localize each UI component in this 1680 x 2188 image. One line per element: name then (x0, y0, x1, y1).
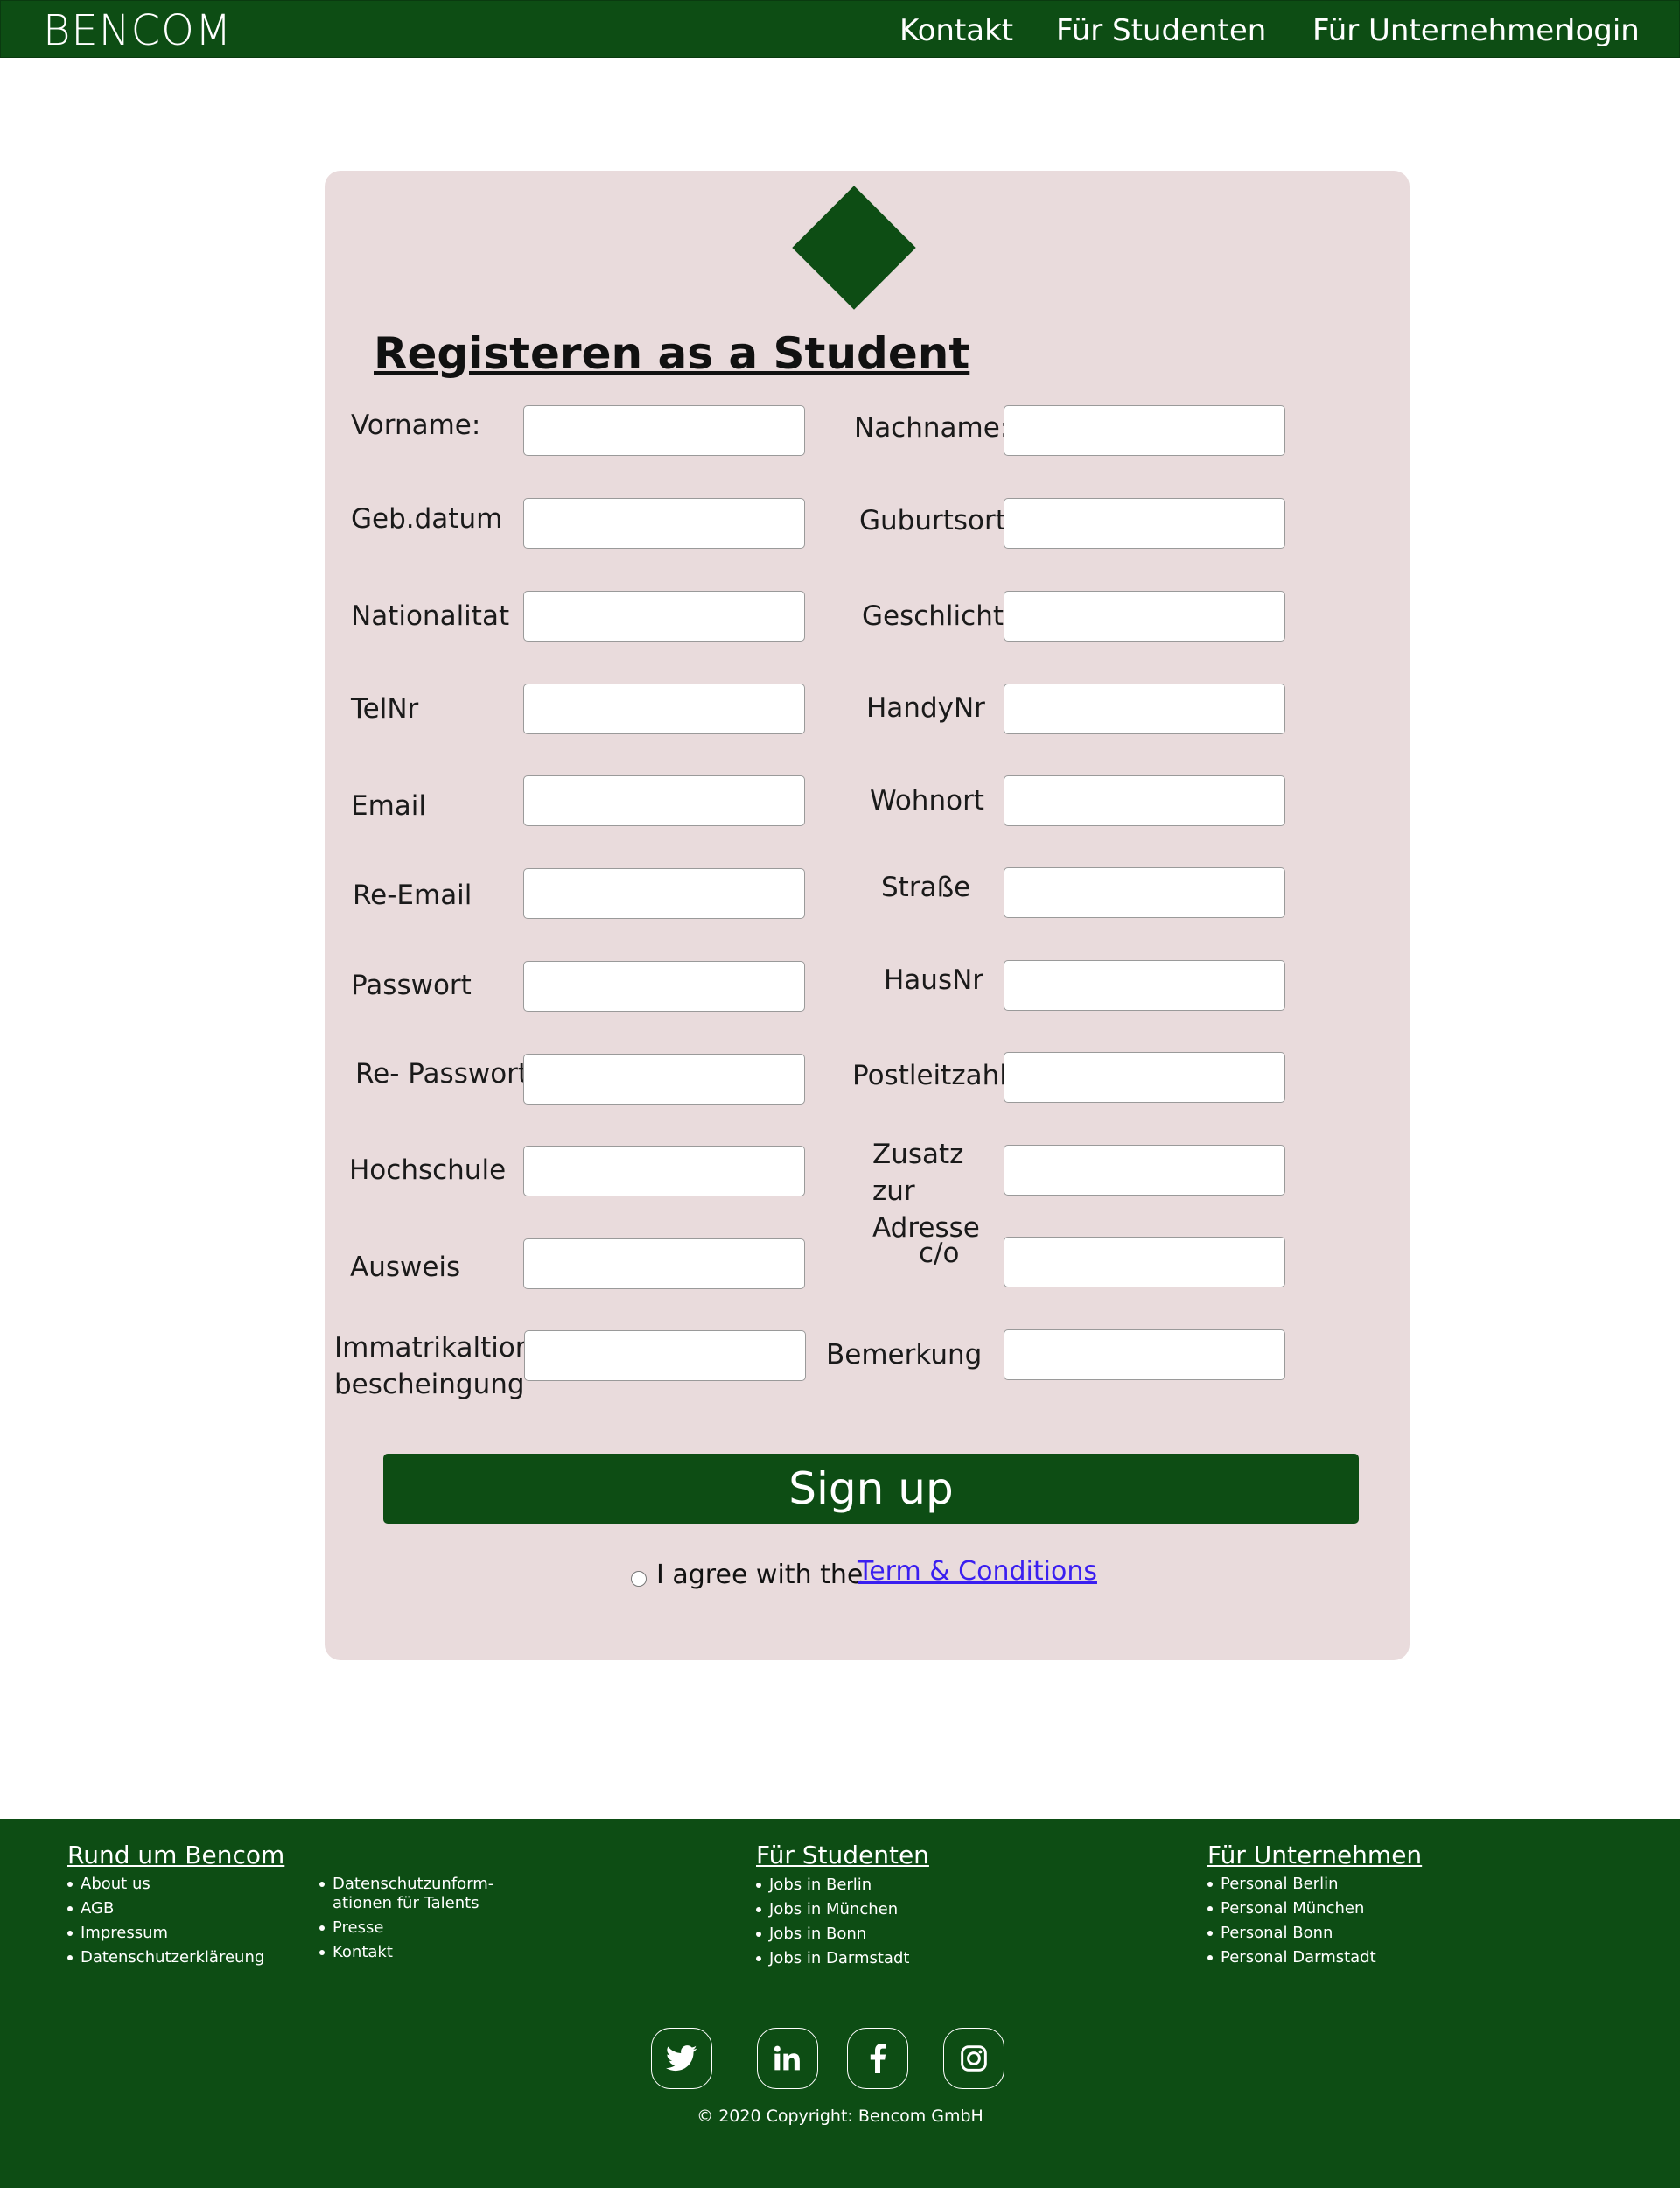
label-re-email: Re-Email (353, 880, 472, 911)
footer-link-about-us[interactable]: About us (67, 1875, 295, 1894)
c-o-input[interactable] (1004, 1237, 1285, 1287)
label-c-o: c/o (919, 1238, 960, 1269)
footer-list-rund-um-bencom-a: About us AGB Impressum Datenschutzerklär… (67, 1875, 295, 1973)
brand-logo[interactable]: BENCOM (43, 6, 232, 55)
label-geb-datum: Geb.datum (351, 503, 503, 535)
re-passwort-input[interactable] (523, 1054, 805, 1105)
footer-link-jobs-berlin[interactable]: Jobs in Berlin (756, 1876, 984, 1895)
twitter-icon (666, 2045, 697, 2072)
footer-link-jobs-darmstadt[interactable]: Jobs in Darmstadt (756, 1949, 984, 1968)
label-email: Email (351, 790, 427, 822)
agree-radio[interactable] (631, 1571, 647, 1587)
label-hochschule: Hochschule (349, 1154, 507, 1186)
guburtsort-input[interactable] (1004, 498, 1285, 549)
sign-up-button[interactable]: Sign up (383, 1454, 1359, 1524)
footer-list-rund-um-bencom-b: Datenschutzunform-ationen für Talents Pr… (319, 1875, 494, 1967)
label-postleitzahl: Postleitzahl (852, 1060, 1007, 1091)
telnr-input[interactable] (523, 684, 805, 734)
footer-link-impressum[interactable]: Impressum (67, 1924, 295, 1943)
label-zusatz-zur-adresse: Zusatz zur Adresse (872, 1139, 980, 1244)
footer-list-fuer-unternehmen: Personal Berlin Personal München Persona… (1208, 1875, 1470, 1973)
footer-link-personal-darmstadt[interactable]: Personal Darmstadt (1208, 1948, 1470, 1967)
footer-link-agb[interactable]: AGB (67, 1899, 295, 1918)
nav-kontakt[interactable]: Kontakt (900, 11, 1013, 50)
footer-heading-fuer-unternehmen[interactable]: Für Unternehmen (1208, 1840, 1422, 1871)
footer-link-jobs-muenchen[interactable]: Jobs in München (756, 1900, 984, 1919)
label-wohnort: Wohnort (870, 785, 984, 817)
vorname-input[interactable] (523, 405, 805, 456)
label-nachname: Nachname: (854, 412, 1010, 444)
linkedin-button[interactable] (757, 2028, 818, 2089)
footer-list-fuer-studenten: Jobs in Berlin Jobs in München Jobs in B… (756, 1876, 984, 1974)
twitter-button[interactable] (651, 2028, 712, 2089)
label-vorname: Vorname: (351, 410, 481, 441)
handynr-input[interactable] (1004, 684, 1285, 734)
label-guburtsort: Guburtsort (859, 505, 1006, 536)
re-email-input[interactable] (523, 868, 805, 919)
label-immatrikulationsbescheinigung: Immatrikaltions bescheingung (334, 1332, 547, 1400)
zusatz-zur-adresse-input[interactable] (1004, 1145, 1285, 1196)
nachname-input[interactable] (1004, 405, 1285, 456)
label-strasse: Straße (881, 872, 971, 903)
wohnort-input[interactable] (1004, 775, 1285, 826)
footer-link-datenschutzerklaerung[interactable]: Datenschutzerkläreung (67, 1948, 295, 1967)
instagram-button[interactable] (943, 2028, 1004, 2089)
passwort-input[interactable] (523, 961, 805, 1012)
label-bemerkung: Bemerkung (826, 1339, 983, 1371)
label-nationalitat: Nationalitat (351, 600, 510, 632)
footer-heading-rund-um-bencom[interactable]: Rund um Bencom (67, 1840, 284, 1871)
nav-login[interactable]: login (1567, 11, 1640, 50)
nav-fuer-unternehmen[interactable]: Für Unternehmen (1312, 11, 1573, 50)
strasse-input[interactable] (1004, 867, 1285, 918)
nationalitat-input[interactable] (523, 591, 805, 642)
form-title: Registeren as a Student (374, 328, 970, 379)
footer-link-personal-bonn[interactable]: Personal Bonn (1208, 1924, 1470, 1943)
immatrikulationsbescheinigung-input[interactable] (524, 1330, 806, 1381)
instagram-icon (961, 2045, 987, 2072)
footer-link-datenschutzinformationen[interactable]: Datenschutzunform-ationen für Talents (319, 1875, 494, 1913)
facebook-button[interactable] (847, 2028, 908, 2089)
footer-link-presse[interactable]: Presse (319, 1918, 490, 1938)
geb-datum-input[interactable] (523, 498, 805, 549)
hochschule-input[interactable] (523, 1146, 805, 1196)
label-hausnr: HausNr (884, 964, 984, 996)
footer-link-kontakt[interactable]: Kontakt (319, 1943, 490, 1962)
bemerkung-input[interactable] (1004, 1329, 1285, 1380)
ausweis-input[interactable] (523, 1238, 805, 1289)
footer-heading-fuer-studenten[interactable]: Für Studenten (756, 1840, 929, 1871)
label-handynr: HandyNr (866, 692, 985, 724)
postleitzahl-input[interactable] (1004, 1052, 1285, 1103)
top-navbar: BENCOM Kontakt Für Studenten Für Unterne… (0, 0, 1680, 58)
copyright-text: © 2020 Copyright: Bencom GmbH (696, 2107, 984, 2126)
footer-link-personal-berlin[interactable]: Personal Berlin (1208, 1875, 1470, 1894)
footer-link-jobs-bonn[interactable]: Jobs in Bonn (756, 1925, 984, 1944)
label-geschlicht: Geschlicht (862, 600, 1004, 632)
nav-fuer-studenten[interactable]: Für Studenten (1056, 11, 1266, 50)
label-ausweis: Ausweis (350, 1252, 461, 1283)
footer-link-personal-muenchen[interactable]: Personal München (1208, 1899, 1470, 1918)
label-passwort: Passwort (351, 970, 472, 1001)
email-input[interactable] (523, 775, 805, 826)
hausnr-input[interactable] (1004, 960, 1285, 1011)
linkedin-icon (774, 2045, 800, 2071)
label-re-passwort: Re- Passwort (355, 1058, 529, 1090)
terms-conditions-link[interactable]: Term & Conditions (858, 1553, 1097, 1590)
label-telnr: TelNr (351, 693, 419, 725)
agree-text: I agree with the (656, 1560, 864, 1590)
geschlicht-input[interactable] (1004, 591, 1285, 642)
facebook-icon (870, 2044, 886, 2073)
